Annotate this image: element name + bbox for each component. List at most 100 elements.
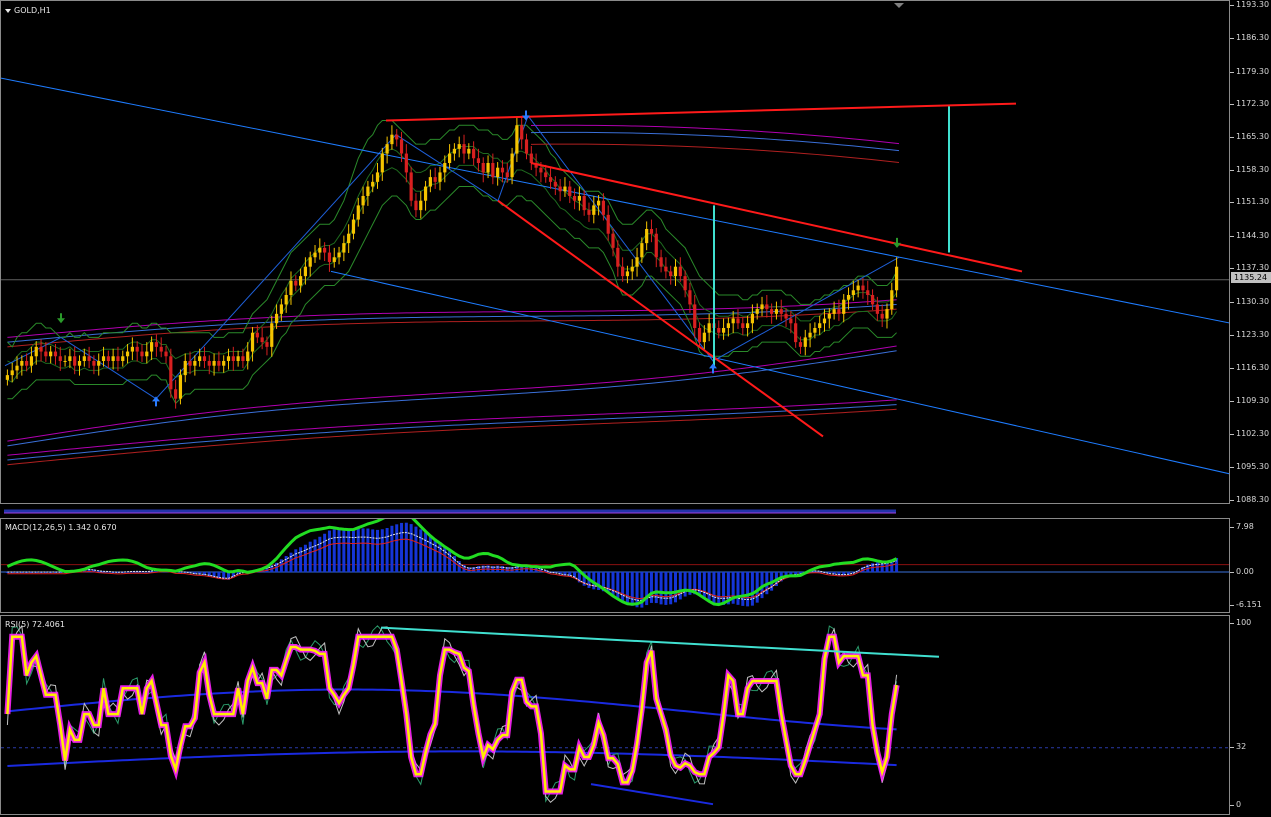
- candle-body: [145, 351, 149, 357]
- candle-body: [630, 266, 634, 272]
- candle-body: [808, 332, 812, 338]
- candle-body: [443, 162, 447, 173]
- candle-body: [760, 304, 764, 310]
- rsi-label: RSI(5) 72.4061: [5, 620, 65, 629]
- candle-body: [226, 356, 231, 361]
- candle-body: [582, 195, 586, 211]
- candle-body: [693, 304, 697, 328]
- candle-body: [87, 356, 91, 361]
- candle-body: [832, 309, 836, 314]
- macd-histogram-bar: [717, 572, 721, 605]
- macd-histogram-bar: [380, 529, 384, 573]
- candle-body: [236, 356, 240, 361]
- macd-pane[interactable]: MACD(12,26,5) 1.342 0.670: [0, 518, 1230, 613]
- up-arrow-icon: [152, 396, 160, 407]
- candle-body: [260, 337, 264, 343]
- candle-body: [68, 356, 72, 361]
- candle-body: [558, 186, 562, 192]
- candle-body: [419, 200, 423, 211]
- candle-body: [688, 290, 692, 305]
- candle-body: [717, 327, 721, 333]
- candle-body: [231, 356, 235, 361]
- candle-body: [183, 360, 187, 376]
- macd-histogram-bar: [755, 572, 759, 603]
- candle-body: [870, 294, 875, 305]
- candle-body: [798, 342, 803, 347]
- price-chart-svg[interactable]: [1, 1, 1230, 504]
- candle-body: [524, 139, 529, 154]
- down-arrow-icon: [57, 313, 65, 324]
- symbol-label: GOLD,H1: [5, 6, 51, 15]
- macd-histogram-bar: [424, 532, 428, 573]
- panel-separator[interactable]: [0, 505, 1271, 518]
- candle-body: [198, 356, 202, 361]
- candle-body: [395, 134, 399, 140]
- candle-body: [250, 332, 255, 352]
- axis-tick-label: 1088.30: [1236, 495, 1270, 504]
- candle-body: [645, 228, 649, 244]
- macd-histogram-bar: [376, 529, 379, 573]
- axis-tick-mark: [1230, 72, 1234, 73]
- candle-body: [548, 177, 553, 182]
- descending-support-line: [497, 199, 824, 438]
- candle-body: [202, 356, 207, 361]
- axis-tick-mark: [1230, 202, 1234, 203]
- candle-body: [678, 266, 682, 277]
- down-arrow-icon: [522, 110, 530, 121]
- candle-body: [140, 351, 144, 357]
- candle-body: [390, 134, 394, 145]
- macd-chart-svg[interactable]: [1, 519, 1230, 613]
- candle-body: [438, 172, 442, 182]
- macd-histogram-bar: [669, 572, 673, 605]
- macd-histogram-bar: [433, 538, 437, 573]
- candle-body: [736, 318, 740, 324]
- current-price-box: 1135.24: [1231, 272, 1271, 283]
- macd-histogram-bar: [678, 572, 682, 600]
- candle-body: [82, 356, 86, 361]
- candle-body: [342, 243, 346, 253]
- price-chart-pane[interactable]: GOLD,H1: [0, 0, 1230, 504]
- volume-strip-svg: [4, 509, 896, 514]
- axis-tick-mark: [1230, 5, 1234, 6]
- blue-channel-lower: [330, 270, 1229, 475]
- macd-histogram-bar: [649, 572, 653, 603]
- candle-body: [789, 318, 793, 324]
- candle-body: [861, 285, 865, 291]
- rsi-pane[interactable]: RSI(5) 72.4061: [0, 615, 1230, 815]
- dropdown-triangle-icon[interactable]: [5, 8, 11, 13]
- macd-histogram-bar: [654, 572, 658, 604]
- ma-high-blue: [7, 303, 897, 343]
- top-ma-curve: [530, 124, 900, 145]
- candle-body: [404, 153, 408, 173]
- candle-body: [135, 346, 139, 352]
- candle-body: [750, 313, 755, 324]
- candle-body: [49, 351, 53, 357]
- candle-body: [25, 360, 29, 366]
- candle-body: [399, 139, 404, 154]
- macd-histogram-bar: [630, 572, 634, 606]
- candle-body: [510, 153, 514, 178]
- candle-body: [827, 313, 831, 319]
- candle-body: [178, 375, 183, 399]
- axis-tick-label: 1179.30: [1236, 67, 1270, 76]
- rsi-chart-svg[interactable]: [1, 616, 1230, 815]
- candle-body: [563, 186, 567, 192]
- candle-body: [327, 252, 332, 262]
- axis-tick-label: 1165.30: [1236, 132, 1270, 141]
- candle-body: [34, 346, 38, 357]
- candle-body: [106, 356, 110, 361]
- macd-histogram-bar: [409, 524, 413, 573]
- price-axis: 1193.30 1186.30 1179.30 1172.30 1165.30 1158.…: [1230, 0, 1271, 504]
- macd-histogram-bar: [404, 522, 408, 573]
- candle-body: [284, 294, 288, 305]
- axis-tick-label: 1193.30: [1236, 0, 1270, 9]
- axis-tick-label: 1151.30: [1236, 197, 1270, 206]
- candle-body: [97, 360, 101, 366]
- candle-body: [491, 162, 495, 178]
- candle-body: [39, 346, 43, 352]
- candle-body: [486, 162, 490, 173]
- axis-tick-mark: [1230, 268, 1234, 269]
- candle-body: [351, 219, 356, 234]
- candle-body: [741, 323, 745, 328]
- candle-body: [73, 356, 77, 366]
